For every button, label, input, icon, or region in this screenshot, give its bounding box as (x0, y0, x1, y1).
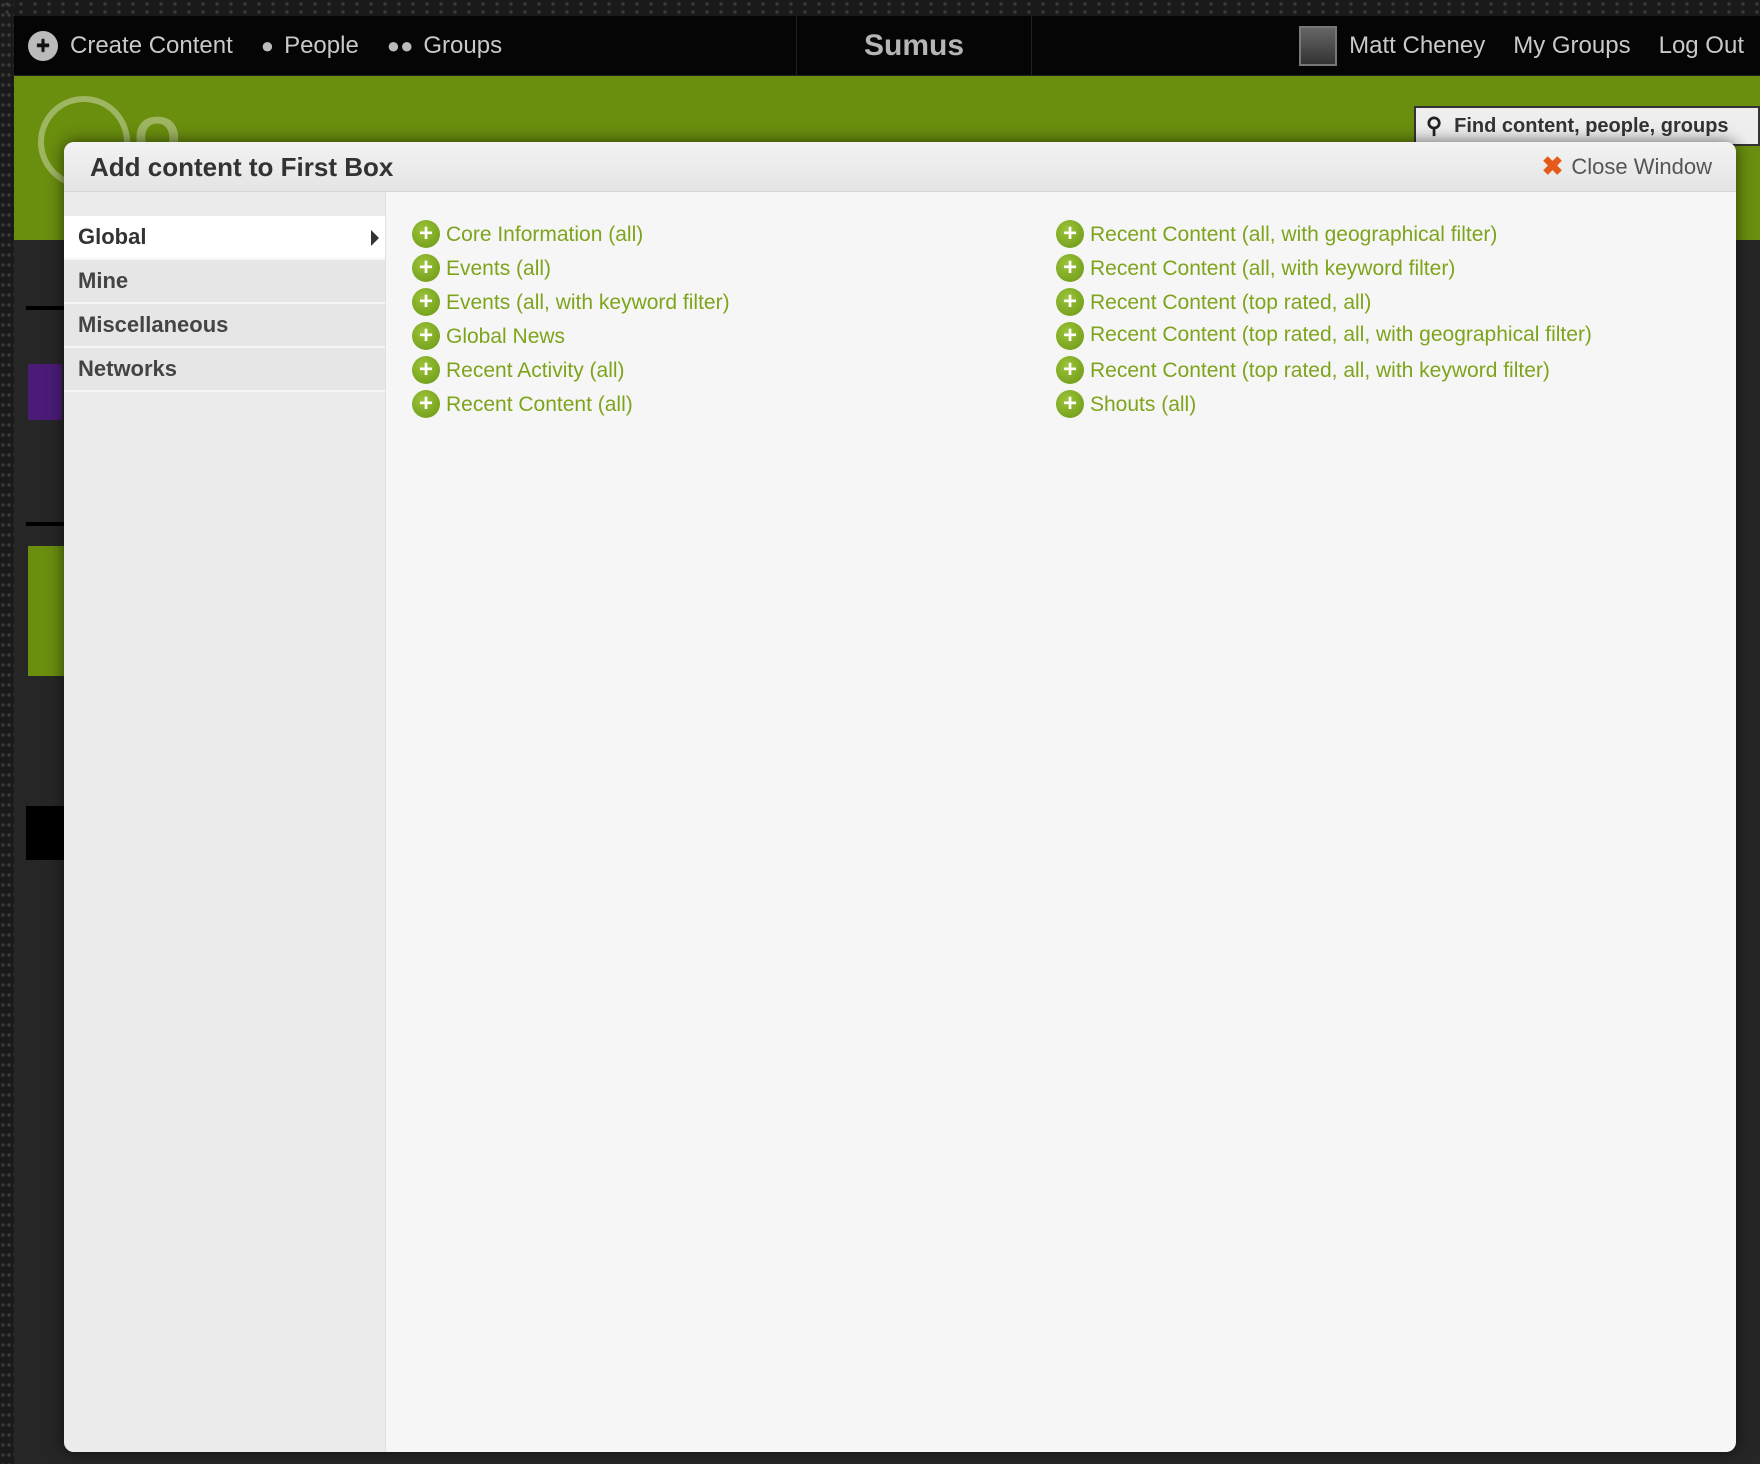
add-content-option[interactable]: + Recent Content (top rated, all) (1056, 288, 1676, 316)
background-divider (26, 522, 68, 526)
option-label: Recent Content (top rated, all, with geo… (1090, 323, 1592, 346)
option-label: Recent Content (top rated, all, with key… (1090, 359, 1550, 382)
create-content-label: Create Content (70, 31, 233, 59)
my-groups-link[interactable]: My Groups (1513, 32, 1630, 60)
add-icon: + (412, 220, 440, 248)
add-content-option[interactable]: + Recent Content (top rated, all, with ge… (1056, 322, 1596, 350)
add-icon: + (1056, 288, 1084, 316)
chevron-right-icon (371, 230, 379, 246)
add-icon: + (412, 288, 440, 316)
search-input[interactable]: ⚲ Find content, people, groups (1414, 106, 1760, 146)
add-content-dialog: Add content to First Box ✖ Close Window … (64, 142, 1736, 1452)
category-label: Miscellaneous (78, 312, 229, 337)
option-label: Global News (446, 325, 566, 348)
person-icon: ● (260, 32, 275, 58)
site-name[interactable]: Sumus (796, 16, 1032, 76)
category-global[interactable]: Global (64, 216, 385, 260)
close-icon: ✖ (1541, 151, 1564, 181)
search-icon: ⚲ (1426, 113, 1443, 138)
add-content-option[interactable]: + Shouts (all) (1056, 390, 1676, 418)
background-image-fragment (28, 364, 62, 420)
add-icon: + (412, 356, 440, 384)
category-networks[interactable]: Networks (64, 348, 385, 392)
search-placeholder: Find content, people, groups (1454, 114, 1729, 137)
category-label: Networks (78, 356, 178, 381)
add-content-option[interactable]: + Recent Content (all, with keyword filte… (1056, 254, 1676, 282)
groups-label: Groups (423, 31, 503, 59)
category-miscellaneous[interactable]: Miscellaneous (64, 304, 385, 348)
add-content-option[interactable]: + Recent Content (all) (412, 390, 992, 418)
options-column-1: + Core Information (all) + Events (all) + E… (412, 220, 992, 426)
add-content-option[interactable]: + Core Information (all) (412, 220, 992, 248)
close-window-button[interactable]: ✖ Close Window (1542, 151, 1712, 182)
background-pattern (0, 0, 14, 1464)
option-label: Recent Content (all, with keyword filter… (1090, 257, 1456, 280)
background-block-dark (26, 806, 68, 860)
add-icon: + (1056, 356, 1084, 384)
option-label: Events (all) (446, 257, 552, 280)
option-label: Shouts (all) (1090, 393, 1197, 416)
background-block (28, 546, 68, 676)
dialog-header: Add content to First Box ✖ Close Window (64, 142, 1736, 192)
background-pattern-top (0, 0, 1760, 16)
option-label: Core Information (all) (446, 223, 644, 246)
add-content-option[interactable]: + Recent Content (top rated, all, with ke… (1056, 356, 1676, 384)
add-content-option[interactable]: + Recent Activity (all) (412, 356, 992, 384)
create-content-link[interactable]: + Create Content (28, 30, 233, 61)
option-label: Recent Content (all, with geographical f… (1090, 223, 1498, 246)
add-icon: + (1056, 322, 1084, 350)
add-icon: + (1056, 390, 1084, 418)
top-navigation-bar: + Create Content ● People ●● Groups Sumu… (14, 16, 1760, 76)
background-divider (26, 306, 68, 310)
close-window-label: Close Window (1571, 153, 1712, 179)
add-icon: + (412, 322, 440, 350)
content-options: + Core Information (all) + Events (all) + E… (386, 192, 1736, 1452)
option-label: Recent Activity (all) (446, 359, 625, 382)
add-content-option[interactable]: + Recent Content (all, with geographical … (1056, 220, 1676, 248)
people-link[interactable]: ● People (261, 32, 359, 60)
category-list: Global Mine Miscellaneous Networks (64, 192, 386, 1452)
add-icon: + (412, 254, 440, 282)
group-icon: ●● (386, 32, 414, 58)
groups-link[interactable]: ●● Groups (387, 32, 502, 60)
options-column-2: + Recent Content (all, with geographical … (1056, 220, 1676, 426)
log-out-link[interactable]: Log Out (1659, 32, 1744, 60)
option-label: Recent Content (top rated, all) (1090, 291, 1372, 314)
avatar[interactable] (1299, 26, 1338, 66)
dialog-body: Global Mine Miscellaneous Networks + Core… (64, 192, 1736, 1452)
option-label: Events (all, with keyword filter) (446, 291, 730, 314)
add-icon: + (412, 390, 440, 418)
user-menu: Matt Cheney My Groups Log Out (1299, 16, 1754, 76)
dialog-title: Add content to First Box (90, 152, 394, 182)
category-label: Mine (78, 268, 129, 293)
people-label: People (284, 31, 359, 59)
add-content-option[interactable]: + Events (all, with keyword filter) (412, 288, 992, 316)
user-name-link[interactable]: Matt Cheney (1349, 32, 1485, 60)
category-label: Global (78, 224, 147, 249)
category-mine[interactable]: Mine (64, 260, 385, 304)
add-content-option[interactable]: + Events (all) (412, 254, 992, 282)
add-icon: + (1056, 254, 1084, 282)
add-icon: + (1056, 220, 1084, 248)
option-label: Recent Content (all) (446, 393, 633, 416)
plus-icon: + (28, 30, 58, 61)
add-content-option[interactable]: + Global News (412, 322, 992, 350)
